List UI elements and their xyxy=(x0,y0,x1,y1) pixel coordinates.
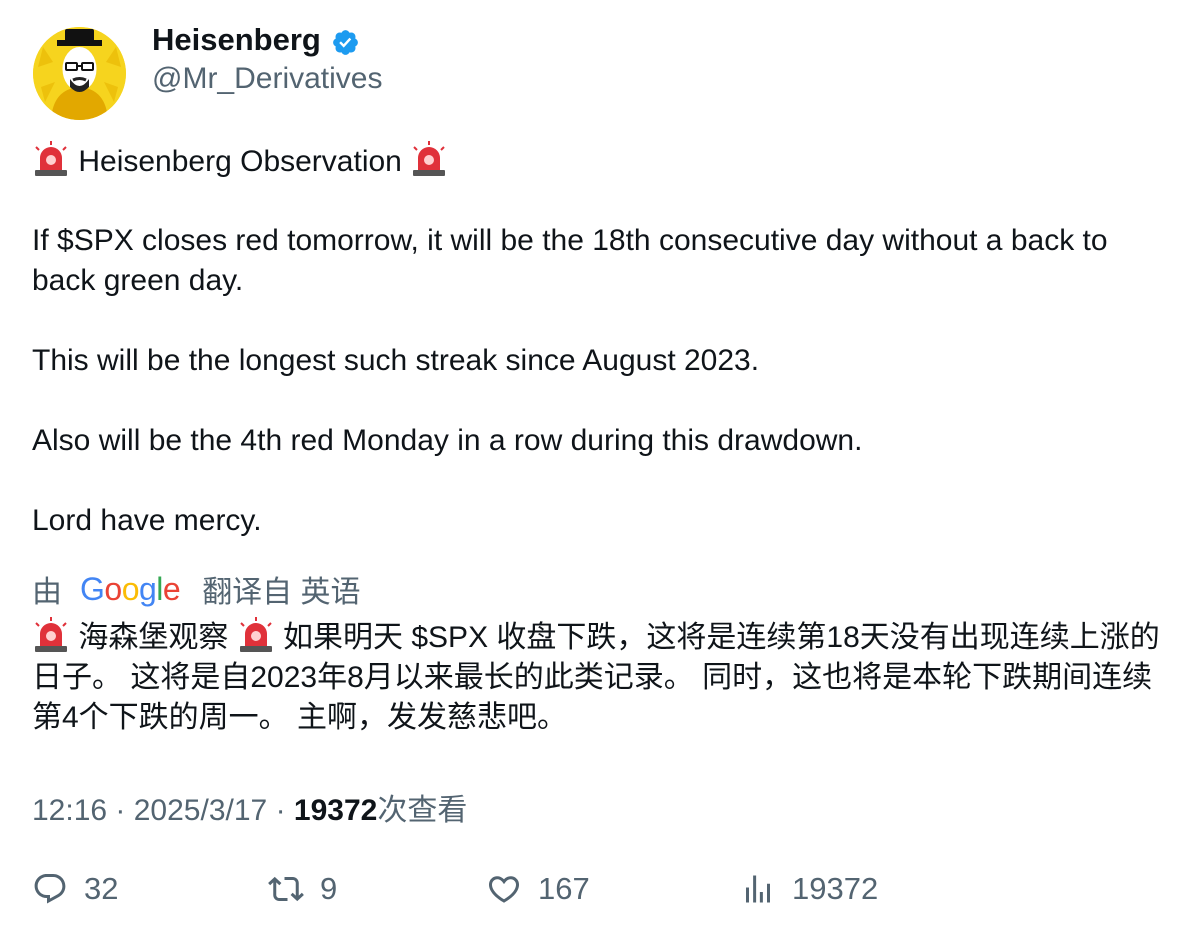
translated-title: 海森堡观察 xyxy=(78,621,229,654)
reply-count: 32 xyxy=(84,871,119,906)
verified-badge-icon xyxy=(332,29,358,55)
siren-icon xyxy=(237,617,275,653)
tweet-meta: 12:16 · 2025/3/17 · 19372次查看 xyxy=(32,785,467,829)
google-logo-icon[interactable]: Google xyxy=(80,571,181,608)
tweet-date[interactable]: 2025/3/17 xyxy=(134,794,267,827)
view-count: 19372 xyxy=(293,794,378,827)
views-button[interactable]: 19372 xyxy=(740,871,878,907)
like-count: 167 xyxy=(538,871,590,906)
meta-separator: · xyxy=(275,794,294,827)
tweet-paragraph-4: Lord have mercy. xyxy=(32,504,262,537)
siren-icon xyxy=(32,617,70,653)
like-button[interactable]: 167 xyxy=(486,871,590,907)
translated-text-block: 海森堡观察 如果明天 $SPX 收盘下跌，这将是连续第18天没有出现连续上涨的日… xyxy=(32,617,1172,738)
reply-button[interactable]: 32 xyxy=(32,871,118,907)
tweet-paragraph-1: If $SPX closes red tomorrow, it will be … xyxy=(32,224,1108,297)
tweet-title-line: Heisenberg Observation xyxy=(32,141,1172,182)
tweet-title: Heisenberg Observation xyxy=(78,145,402,178)
tweet-paragraph-3: Also will be the 4th red Monday in a row… xyxy=(32,424,863,457)
translation-prefix: 由 xyxy=(32,576,62,609)
tweet-time[interactable]: 12:16 xyxy=(32,794,107,827)
author-name-row: Heisenberg xyxy=(152,22,360,58)
translation-attribution: 由 Google 翻译自 英语 xyxy=(32,567,361,611)
meta-separator: · xyxy=(115,794,134,827)
siren-icon xyxy=(410,141,448,177)
siren-icon xyxy=(32,141,70,177)
view-label: 次查看 xyxy=(377,794,468,827)
tweet-paragraph-2: This will be the longest such streak sin… xyxy=(32,344,760,377)
retweet-icon xyxy=(268,876,304,902)
heart-icon xyxy=(488,876,520,903)
author-name[interactable]: Heisenberg xyxy=(152,22,321,58)
action-bar: 32 9 167 19372 xyxy=(32,871,1172,915)
avatar[interactable] xyxy=(33,27,126,120)
translation-suffix: 翻译自 英语 xyxy=(202,576,361,609)
bar-chart-icon xyxy=(746,875,770,903)
retweet-count: 9 xyxy=(320,871,338,906)
views-count: 19372 xyxy=(792,871,879,906)
retweet-button[interactable]: 9 xyxy=(268,871,337,907)
author-handle[interactable]: @Mr_Derivatives xyxy=(152,62,383,96)
reply-icon xyxy=(34,874,66,904)
